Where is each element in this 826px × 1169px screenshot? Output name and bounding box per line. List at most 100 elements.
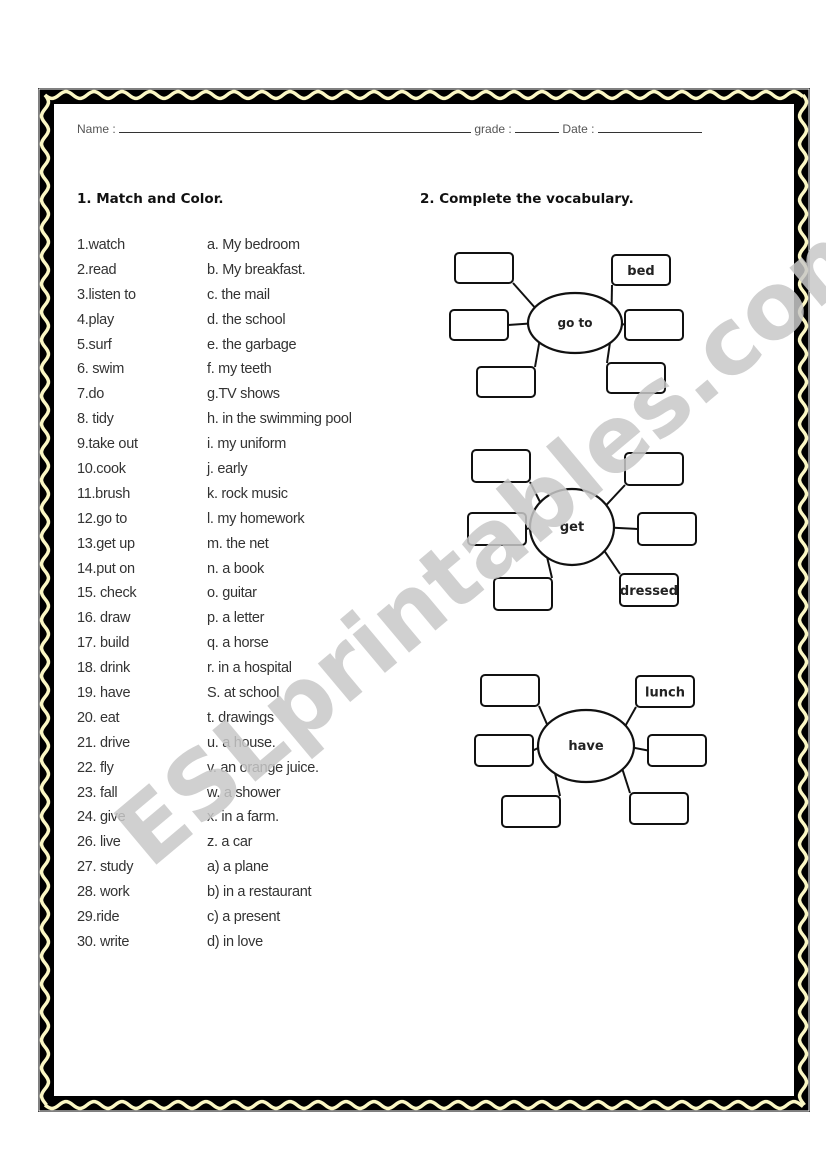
vocab-box[interactable]	[624, 452, 684, 486]
complement-item: a. My bedroom	[207, 237, 300, 253]
connector-line	[633, 746, 649, 752]
vocab-box[interactable]	[480, 674, 540, 707]
verb-item: 4.play	[77, 311, 114, 328]
verb-item: 8. tidy	[77, 411, 114, 428]
complement-item: l. my homework	[207, 510, 305, 527]
verb-item: 29.ride	[77, 909, 120, 926]
verb-item: 26. live	[77, 834, 121, 851]
verb-item: 17. build	[77, 635, 130, 652]
verb-item: 10.cook	[77, 461, 126, 478]
connector-line	[507, 322, 529, 326]
complement-item: a) a plane	[207, 859, 269, 876]
vocab-box[interactable]	[474, 734, 534, 767]
complement-item: m. the net	[207, 535, 269, 552]
verb-item: 18. drink	[77, 660, 130, 677]
mindmap-have: have lunch	[474, 674, 707, 828]
vocab-box[interactable]	[449, 309, 509, 341]
verbs-column: 1.watch 2.read 3.listen to 4.play 5.surf 6. s…	[77, 237, 138, 959]
connector-line	[512, 282, 536, 309]
verb-item: 9.take out	[77, 436, 138, 453]
section-2-title: 2. Complete the vocabulary.	[420, 191, 634, 207]
verb-item: 14.put on	[77, 560, 135, 577]
section-1-title: 1. Match and Color.	[77, 191, 224, 207]
vocab-box[interactable]	[647, 734, 707, 767]
complement-item: j. early	[207, 461, 248, 478]
complement-item: u. a house.	[207, 734, 276, 751]
connector-line	[534, 342, 541, 368]
verb-item: 30. write	[77, 933, 130, 950]
complement-item: q. a horse	[207, 635, 269, 652]
complement-item: b. My breakfast.	[207, 261, 306, 278]
verb-item: 28. work	[77, 884, 130, 901]
verb-item: 24. give	[77, 809, 126, 826]
verb-item: 5.surf	[77, 336, 112, 353]
mindmap-go-to: go to bed	[449, 252, 684, 398]
complement-item: e. the garbage	[207, 336, 297, 353]
verb-item: 13.get up	[77, 535, 135, 552]
verb-item: 7.do	[77, 386, 105, 403]
date-field[interactable]	[597, 122, 702, 133]
vocab-box[interactable]	[629, 792, 689, 825]
complement-item: v. an orange juice.	[207, 759, 319, 776]
connector-line	[605, 484, 626, 506]
verb-item: 12.go to	[77, 510, 128, 527]
verb-item: 2.read	[77, 261, 117, 278]
vocab-box[interactable]	[637, 512, 697, 546]
verb-item: 1.watch	[77, 237, 125, 253]
connector-line	[613, 526, 639, 530]
connector-line	[624, 706, 637, 727]
center-label: go to	[558, 316, 593, 330]
grade-label: grade :	[474, 122, 512, 136]
vocab-box-label: bed	[627, 264, 654, 279]
verb-item: 22. fly	[77, 759, 114, 776]
connector-line	[538, 705, 549, 726]
grade-field[interactable]	[515, 122, 560, 133]
connector-line	[603, 550, 621, 575]
mindmap-get: get dressed	[467, 449, 697, 611]
complement-item: d) in love	[207, 933, 263, 950]
complement-item: x. in a farm.	[207, 809, 279, 826]
wave-stroke	[797, 93, 809, 1107]
complement-item: g.TV shows	[207, 386, 280, 403]
complement-item: c. the mail	[207, 286, 270, 303]
vocab-box[interactable]	[454, 252, 514, 284]
complement-item: r. in a hospital	[207, 660, 292, 677]
verb-item: 19. have	[77, 685, 131, 702]
connector-line	[529, 481, 542, 503]
verb-item: 23. fall	[77, 784, 118, 801]
complement-item: d. the school	[207, 311, 286, 328]
verb-item: 20. eat	[77, 709, 120, 726]
verb-item: 11.brush	[77, 485, 130, 502]
vocab-box[interactable]	[467, 512, 527, 546]
name-label: Name :	[77, 122, 116, 136]
vocab-box[interactable]	[624, 309, 684, 341]
verb-item: 6. swim	[77, 361, 125, 378]
vocab-box[interactable]	[501, 795, 561, 828]
verb-item: 27. study	[77, 859, 134, 876]
vocab-box[interactable]	[493, 577, 553, 611]
wave-stroke	[39, 93, 51, 1107]
complement-item: p. a letter	[207, 610, 265, 627]
vocab-box[interactable]	[606, 362, 666, 394]
complement-item: o. guitar	[207, 585, 257, 602]
connector-line	[621, 769, 631, 794]
date-label: Date :	[562, 122, 595, 136]
complement-item: z. a car	[207, 834, 253, 851]
verb-item: 3.listen to	[77, 286, 136, 303]
complement-item: S. at school	[207, 685, 280, 702]
complement-item: k. rock music	[207, 485, 288, 502]
complement-item: t. drawings	[207, 709, 274, 726]
vocab-box-label: lunch	[645, 686, 685, 701]
vocab-box-label: dressed	[620, 584, 678, 599]
complements-column: a. My bedroom b. My breakfast. c. the mail…	[207, 237, 352, 959]
name-field[interactable]	[119, 122, 472, 133]
complement-item: n. a book	[207, 560, 264, 577]
vocab-box[interactable]	[476, 366, 536, 398]
complement-item: h. in the swimming pool	[207, 411, 352, 428]
vocab-box[interactable]	[471, 449, 531, 483]
verb-item: 21. drive	[77, 734, 130, 751]
complement-item: w. a shower	[207, 784, 281, 801]
complement-item: i. my uniform	[207, 436, 287, 453]
wave-stroke	[43, 1099, 805, 1111]
center-label: get	[560, 520, 584, 535]
